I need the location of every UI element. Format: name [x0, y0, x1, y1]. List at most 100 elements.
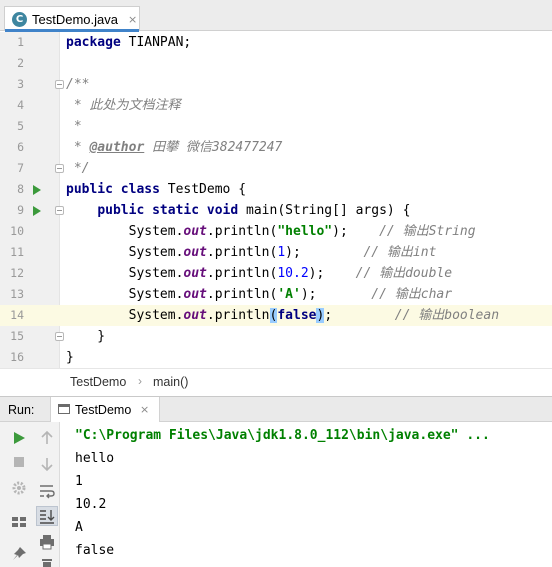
code-text: System.out.println('A'); // 输出char: [66, 287, 453, 302]
code-line[interactable]: 8 public class TestDemo {: [0, 179, 552, 200]
run-tab-label: TestDemo: [75, 403, 132, 417]
run-toolbar: [0, 422, 60, 567]
line-number: 2: [17, 56, 24, 70]
gutter-cell: 16: [0, 347, 60, 368]
breadcrumb-separator: ›: [138, 374, 142, 388]
code-editor[interactable]: 1 package TIANPAN; 2 3/** 4 * 此处为文档注释 5 * 6 * …: [0, 32, 552, 368]
line-number: 16: [10, 350, 24, 364]
gutter-cell: 7: [0, 158, 64, 179]
class-c-icon: C: [12, 11, 27, 27]
line-number: 12: [10, 266, 24, 280]
gutter-cell: 1: [0, 32, 60, 53]
code-text: *: [66, 119, 82, 134]
fold-icon[interactable]: [55, 80, 64, 89]
code-line[interactable]: 13 System.out.println('A'); // 输出char: [0, 284, 552, 305]
console-line: false: [75, 543, 115, 558]
soft-wrap-icon[interactable]: [36, 480, 58, 500]
line-number: 11: [10, 245, 24, 259]
rerun-icon[interactable]: [8, 428, 30, 448]
code-line[interactable]: 10 System.out.println("hello"); // 输出Str…: [0, 221, 552, 242]
trash-icon[interactable]: [36, 556, 58, 567]
code-line[interactable]: 4 * 此处为文档注释: [0, 95, 552, 116]
code-line[interactable]: 1 package TIANPAN;: [0, 32, 552, 53]
run-window-title: Run:: [8, 403, 35, 417]
line-number: 13: [10, 287, 24, 301]
code-text: public class TestDemo {: [66, 182, 247, 197]
console-command-line: "C:\Program Files\Java\jdk1.8.0_112\bin\…: [75, 428, 490, 443]
stop-icon[interactable]: [8, 452, 30, 472]
console-line: A: [75, 520, 83, 535]
gutter-cell: 4: [0, 95, 60, 116]
breadcrumb: TestDemo › main(): [0, 368, 552, 395]
code-text: System.out.println("hello"); // 输出String: [66, 224, 476, 239]
line-number: 14: [10, 308, 24, 322]
code-line[interactable]: 15 }: [0, 326, 552, 347]
fold-icon[interactable]: [55, 206, 64, 215]
gutter-cell: 10: [0, 221, 60, 242]
run-panel: "C:\Program Files\Java\jdk1.8.0_112\bin\…: [0, 422, 552, 567]
gutter-cell: 5: [0, 116, 60, 137]
code-line[interactable]: 14 System.out.println(false); // 输出boole…: [0, 305, 552, 326]
gutter-cell: 14: [0, 305, 60, 326]
fold-icon[interactable]: [55, 332, 64, 341]
code-text: * 此处为文档注释: [66, 98, 181, 113]
code-line[interactable]: 7 */: [0, 158, 552, 179]
scroll-up-icon[interactable]: [36, 428, 58, 448]
code-text: }: [66, 329, 106, 344]
gutter-cell: 3: [0, 74, 64, 95]
line-number: 9: [17, 203, 24, 217]
code-text: System.out.println(1); // 输出int: [66, 245, 437, 260]
close-icon[interactable]: ×: [128, 13, 137, 26]
breadcrumb-method[interactable]: main(): [153, 375, 188, 389]
gutter-cell: 15: [0, 326, 64, 347]
code-line[interactable]: 12 System.out.println(10.2); // 输出double: [0, 263, 552, 284]
code-text: package TIANPAN;: [66, 35, 192, 50]
breadcrumb-class[interactable]: TestDemo: [70, 375, 126, 389]
run-arrow-icon[interactable]: [33, 185, 41, 195]
layout-icon[interactable]: [8, 512, 30, 532]
code-line[interactable]: 5 *: [0, 116, 552, 137]
code-line[interactable]: 9 public static void main(String[] args)…: [0, 200, 552, 221]
scroll-down-icon[interactable]: [36, 454, 58, 474]
code-line[interactable]: 16}: [0, 347, 552, 368]
line-number: 1: [17, 35, 24, 49]
gutter-cell: 2: [0, 53, 60, 74]
editor-tab-testdemo[interactable]: C TestDemo.java ×: [4, 6, 140, 32]
console-icon: [58, 404, 70, 414]
gutter-cell: 13: [0, 284, 60, 305]
code-text: public static void main(String[] args) {: [97, 203, 411, 218]
line-number: 5: [17, 119, 24, 133]
editor-tab-bar: C TestDemo.java ×: [0, 0, 552, 32]
gutter-cell: 8: [0, 179, 60, 200]
close-icon[interactable]: ×: [140, 403, 149, 416]
line-number: 10: [10, 224, 24, 238]
code-text: }: [66, 350, 74, 365]
code-text: /**: [66, 77, 90, 92]
editor-tab-label: TestDemo.java: [32, 11, 118, 27]
line-number: 15: [10, 329, 24, 343]
pin-icon[interactable]: [8, 544, 30, 564]
code-line[interactable]: 2: [0, 53, 552, 74]
line-number: 3: [17, 77, 24, 91]
run-arrow-icon[interactable]: [33, 206, 41, 216]
gutter-cell: 11: [0, 242, 60, 263]
gutter-cell: 9: [0, 200, 64, 221]
console-line: 10.2: [75, 497, 107, 512]
code-line[interactable]: 11 System.out.println(1); // 输出int: [0, 242, 552, 263]
line-number: 7: [17, 161, 24, 175]
gutter-cell: 12: [0, 263, 60, 284]
gutter-cell: 6: [0, 137, 60, 158]
code-text: System.out.println(false); // 输出boolean: [66, 308, 500, 323]
code-text: */: [66, 161, 90, 176]
settings-icon[interactable]: [8, 478, 30, 498]
console-line: 1: [75, 474, 83, 489]
code-text: System.out.println(10.2); // 输出double: [66, 266, 453, 281]
code-line[interactable]: 6 * @author 田攀 微信382477247: [0, 137, 552, 158]
scroll-to-end-icon[interactable]: [36, 506, 58, 526]
print-icon[interactable]: [36, 532, 58, 552]
code-line[interactable]: 3 /**: [0, 74, 552, 95]
fold-icon[interactable]: [55, 164, 64, 173]
line-number: 6: [17, 140, 24, 154]
line-number: 8: [17, 182, 24, 196]
console-line: hello: [75, 451, 115, 466]
